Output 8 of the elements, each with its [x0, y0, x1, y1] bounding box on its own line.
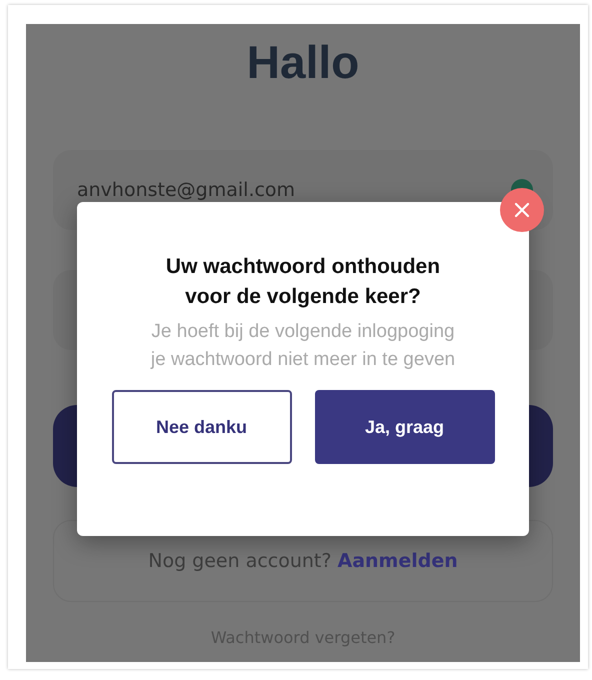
confirm-button[interactable]: Ja, graag — [314, 390, 494, 464]
close-icon — [514, 202, 530, 218]
page-title: Hallo — [246, 35, 360, 90]
dialog-title: Uw wachtwoord onthouden voor de volgende keer? — [164, 254, 442, 310]
signup-link[interactable]: Aanmelden — [337, 550, 458, 572]
decline-button[interactable]: Nee danku — [112, 390, 292, 464]
dialog-message: Je hoeft bij de volgende inlogpoging je wachtwoord niet meer in te geven — [149, 320, 456, 372]
signup-prompt: Nog geen account? — [148, 550, 332, 572]
